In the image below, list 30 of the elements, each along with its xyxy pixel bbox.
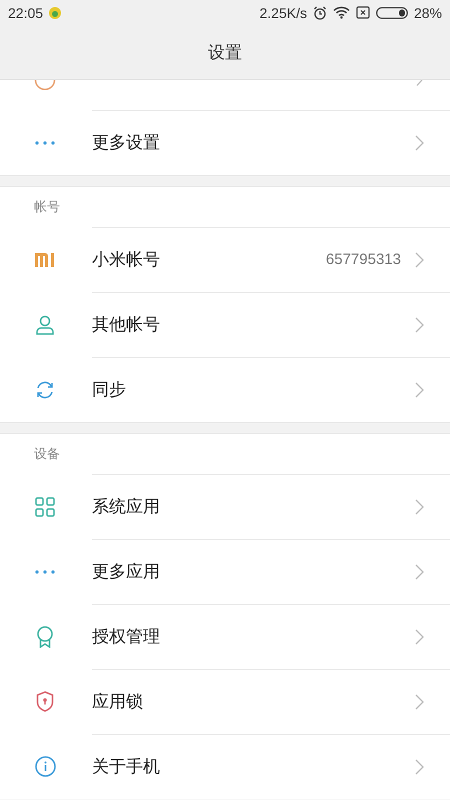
settings-item[interactable]: 关于手机 (0, 734, 450, 799)
settings-item[interactable]: 系统应用 (0, 474, 450, 539)
person-icon (35, 314, 55, 334)
sync-icon (35, 380, 55, 400)
settings-item[interactable]: 其他帐号 (0, 292, 450, 357)
mi-logo-icon (35, 252, 55, 266)
section-header: 帐号 (34, 199, 60, 216)
settings-item[interactable]: 授权管理 (0, 604, 450, 669)
section-header: 设备 (34, 446, 60, 463)
battery-icon (376, 6, 408, 18)
account-number: 657795313 (326, 251, 401, 268)
info-icon (34, 756, 56, 777)
page-title: 设置 (208, 42, 242, 64)
more-icon (35, 140, 55, 144)
alarm-icon (312, 6, 327, 20)
battery-percent: 28% (414, 4, 442, 20)
wifi-icon (332, 6, 350, 19)
settings-item[interactable]: 小米帐号 657795313 (0, 227, 450, 292)
settings-item[interactable]: 更多应用 (0, 539, 450, 604)
settings-item[interactable]: 更多设置 (0, 110, 450, 175)
grid-icon (35, 496, 55, 516)
no-sim-icon (356, 6, 370, 19)
app-icon (49, 6, 62, 18)
settings-item[interactable]: 应用锁 (0, 669, 450, 734)
shield-lock-icon (36, 691, 54, 712)
settings-item[interactable]: 同步 (0, 357, 450, 422)
more-icon (35, 570, 55, 574)
status-time: 22:05 (8, 4, 44, 20)
award-icon (36, 626, 54, 648)
network-speed: 2.25K/s (259, 4, 307, 20)
